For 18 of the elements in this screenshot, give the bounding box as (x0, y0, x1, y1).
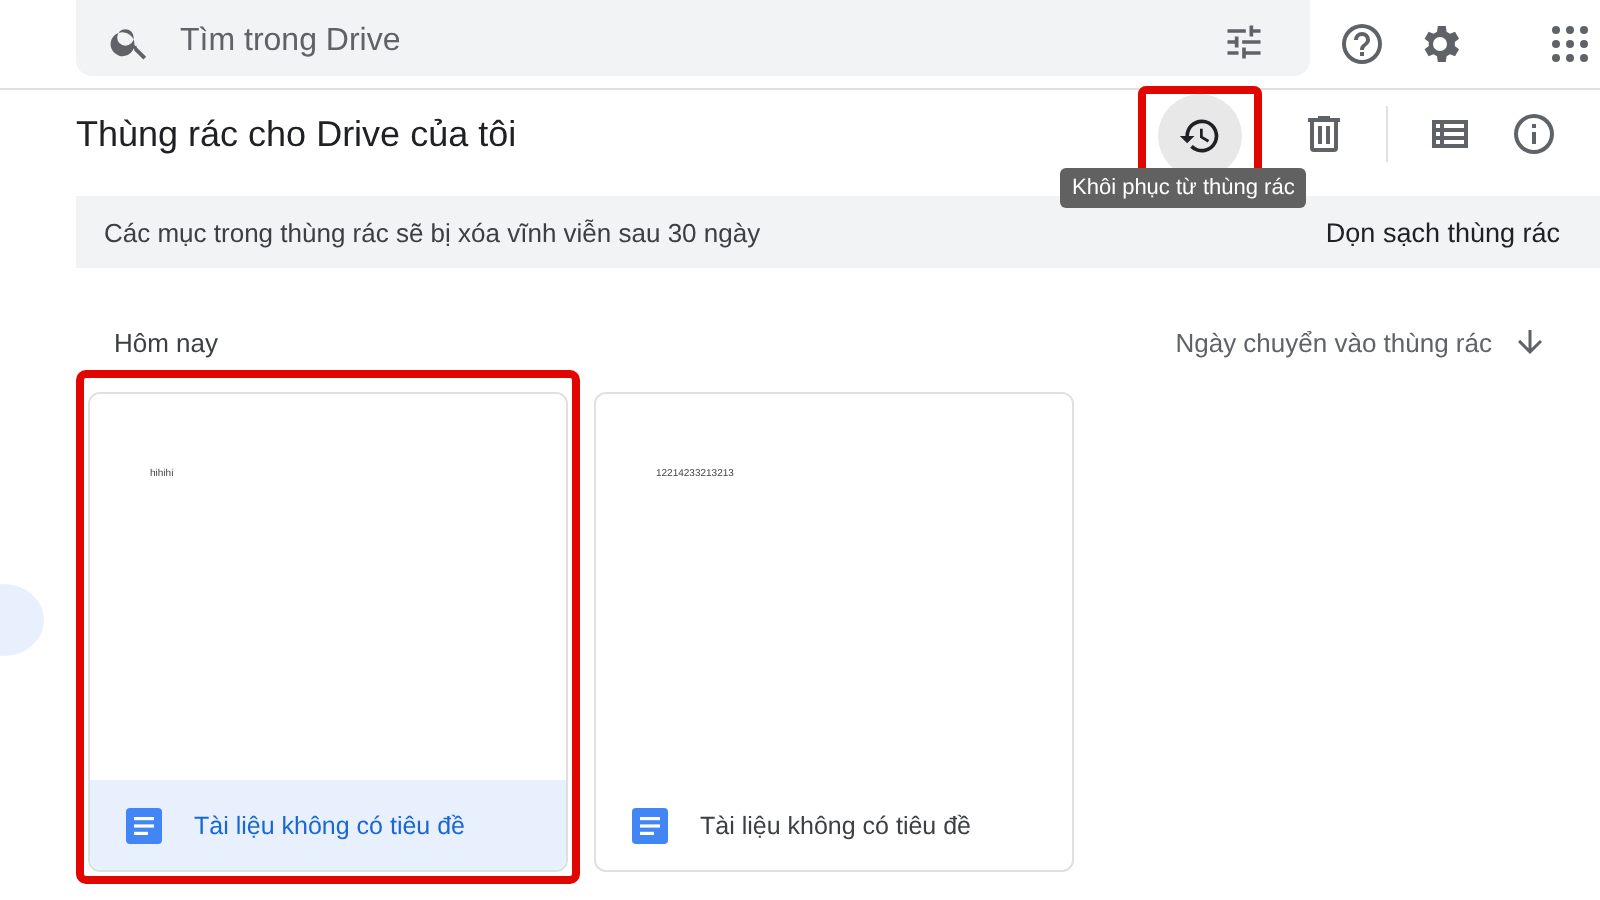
search-field[interactable]: Tìm trong Drive (76, 0, 1310, 76)
section-label: Hôm nay (114, 327, 221, 357)
help-icon[interactable] (1338, 20, 1386, 68)
page-title: Thùng rác cho Drive của tôi (76, 113, 519, 155)
empty-trash-button[interactable]: Dọn sạch thùng rác (1325, 217, 1560, 247)
down-arrow-icon[interactable] (1512, 324, 1548, 360)
apps-grid-icon[interactable] (1546, 20, 1594, 68)
filter-sliders-icon[interactable] (1222, 20, 1266, 64)
document-icon (126, 807, 162, 843)
document-icon (632, 807, 668, 843)
tooltip: Khôi phục từ thùng rác (1060, 168, 1307, 208)
info-icon[interactable] (1510, 110, 1558, 158)
restore-icon (1178, 114, 1222, 158)
search-input[interactable]: Tìm trong Drive (176, 22, 1222, 62)
notice-text: Các mục trong thùng rác sẽ bị xóa vĩnh viễn sau 30 ngày (104, 217, 761, 247)
file-name: Tài liệu không có tiêu đề (194, 811, 466, 839)
sort-button[interactable]: Ngày chuyển vào thùng rác (1175, 327, 1492, 357)
file-name: Tài liệu không có tiêu đề (700, 811, 972, 839)
